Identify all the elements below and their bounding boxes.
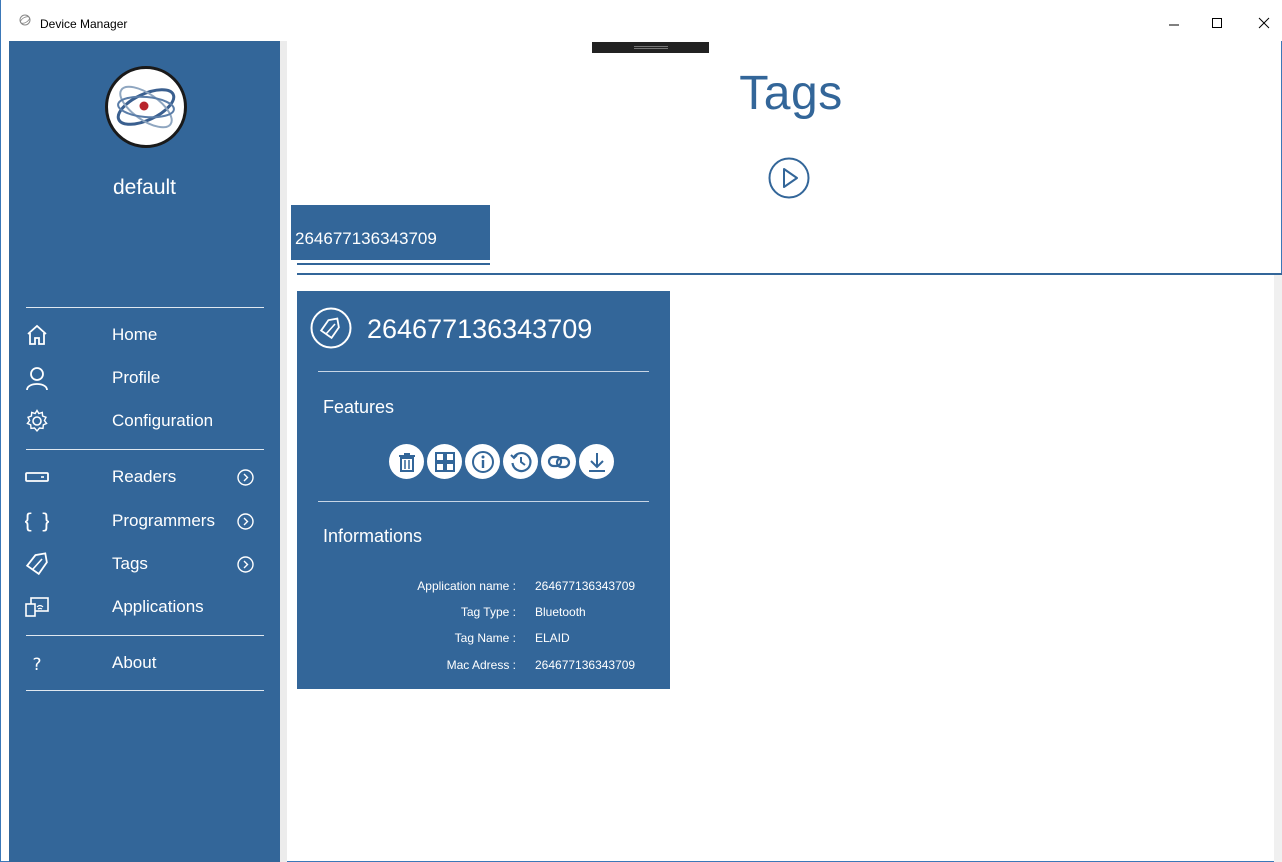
braces-icon: { } <box>25 509 49 533</box>
info-key: Application name : <box>417 579 516 593</box>
sidebar-item-label: Tags <box>112 554 148 573</box>
link-icon <box>547 455 570 468</box>
trash-icon <box>398 452 415 472</box>
separator <box>26 307 264 308</box>
sidebar: default Home Profile Configuration Reade… <box>9 41 280 862</box>
question-icon: ? <box>32 655 41 675</box>
sidebar-item-label: Applications <box>112 597 204 616</box>
sidebar-item-home[interactable]: Home <box>9 315 280 355</box>
info-button[interactable] <box>465 444 500 479</box>
download-icon <box>588 452 605 472</box>
sidebar-item-profile[interactable]: Profile <box>9 358 280 398</box>
drag-handle[interactable] <box>592 42 709 53</box>
maximize-icon <box>1212 18 1222 28</box>
informations-heading: Informations <box>323 526 423 546</box>
tab-underline <box>297 263 490 265</box>
svg-text:{ }: { } <box>25 509 49 533</box>
info-value: Bluetooth <box>535 605 586 619</box>
applications-icon <box>25 597 49 617</box>
minimize-icon <box>1169 24 1179 26</box>
delete-button[interactable] <box>389 444 424 479</box>
info-row-application-name: Application name : 264677136343709 <box>297 579 670 599</box>
sidebar-item-readers[interactable]: Readers <box>9 457 280 497</box>
content-divider <box>297 273 1282 275</box>
sidebar-item-applications[interactable]: Applications <box>9 587 280 627</box>
separator <box>26 449 264 450</box>
grip-line <box>634 46 668 47</box>
info-key: Tag Type : <box>460 605 516 619</box>
maximize-button[interactable] <box>1202 11 1232 35</box>
page-title: Tags <box>739 67 843 120</box>
play-icon[interactable] <box>768 157 810 199</box>
svg-text:?: ? <box>32 655 41 675</box>
info-key: Mac Adress : <box>446 658 516 672</box>
tag-icon <box>25 552 48 576</box>
sidebar-item-label: Programmers <box>112 511 215 530</box>
history-icon <box>509 451 531 472</box>
separator <box>26 690 264 691</box>
grid-icon <box>434 451 455 472</box>
sidebar-item-label: About <box>112 653 157 672</box>
sidebar-item-label: Home <box>112 325 158 344</box>
content-scrollbar[interactable] <box>1274 275 1282 862</box>
logo-icon <box>116 85 176 129</box>
feature-buttons <box>389 444 614 479</box>
info-row-tag-type: Tag Type : Bluetooth <box>297 605 670 625</box>
minimize-button[interactable] <box>1159 11 1189 35</box>
tab-tag[interactable]: 264677136343709 <box>291 205 490 260</box>
sidebar-item-configuration[interactable]: Configuration <box>9 401 280 441</box>
sidebar-item-tags[interactable]: Tags <box>9 544 280 584</box>
features-heading: Features <box>323 397 395 417</box>
title-bar: Device Manager <box>1 0 1282 41</box>
tag-icon <box>310 307 352 349</box>
sidebar-item-label: Configuration <box>112 411 214 430</box>
reader-icon <box>25 472 49 482</box>
close-button[interactable] <box>1249 11 1279 35</box>
chevron-right-icon[interactable] <box>237 513 254 530</box>
user-icon <box>26 367 48 390</box>
avatar[interactable] <box>105 66 187 148</box>
sidebar-item-programmers[interactable]: { } Programmers <box>9 501 280 541</box>
info-row-mac-address: Mac Adress : 264677136343709 <box>297 658 670 678</box>
separator <box>318 371 649 372</box>
info-icon <box>471 450 494 473</box>
app-icon <box>19 14 31 26</box>
close-icon <box>1258 17 1270 29</box>
home-icon <box>27 324 47 345</box>
separator <box>318 501 649 502</box>
gear-icon <box>26 409 48 432</box>
info-value: 264677136343709 <box>535 579 636 593</box>
card-title: 264677136343709 <box>367 314 593 344</box>
tag-card: 264677136343709 Features Informations Ap… <box>297 291 670 689</box>
sidebar-item-label: Readers <box>112 467 177 486</box>
info-value: 264677136343709 <box>535 658 636 672</box>
sidebar-item-label: Profile <box>112 368 161 387</box>
user-name: default <box>112 176 177 199</box>
grip-line <box>634 48 668 49</box>
info-row-tag-name: Tag Name : ELAID <box>297 631 670 651</box>
sidebar-item-about[interactable]: ? About <box>9 643 280 683</box>
separator <box>26 635 264 636</box>
info-value: ELAID <box>535 631 570 645</box>
chevron-right-icon[interactable] <box>237 556 254 573</box>
link-button[interactable] <box>541 444 576 479</box>
window-title: Device Manager <box>40 17 128 31</box>
grid-button[interactable] <box>427 444 462 479</box>
history-button[interactable] <box>503 444 538 479</box>
app-window: Device Manager default Home Profile Conf… <box>0 0 1282 862</box>
info-key: Tag Name : <box>454 631 516 645</box>
sidebar-scrollbar[interactable] <box>280 41 287 862</box>
chevron-right-icon[interactable] <box>237 469 254 486</box>
download-button[interactable] <box>579 444 614 479</box>
